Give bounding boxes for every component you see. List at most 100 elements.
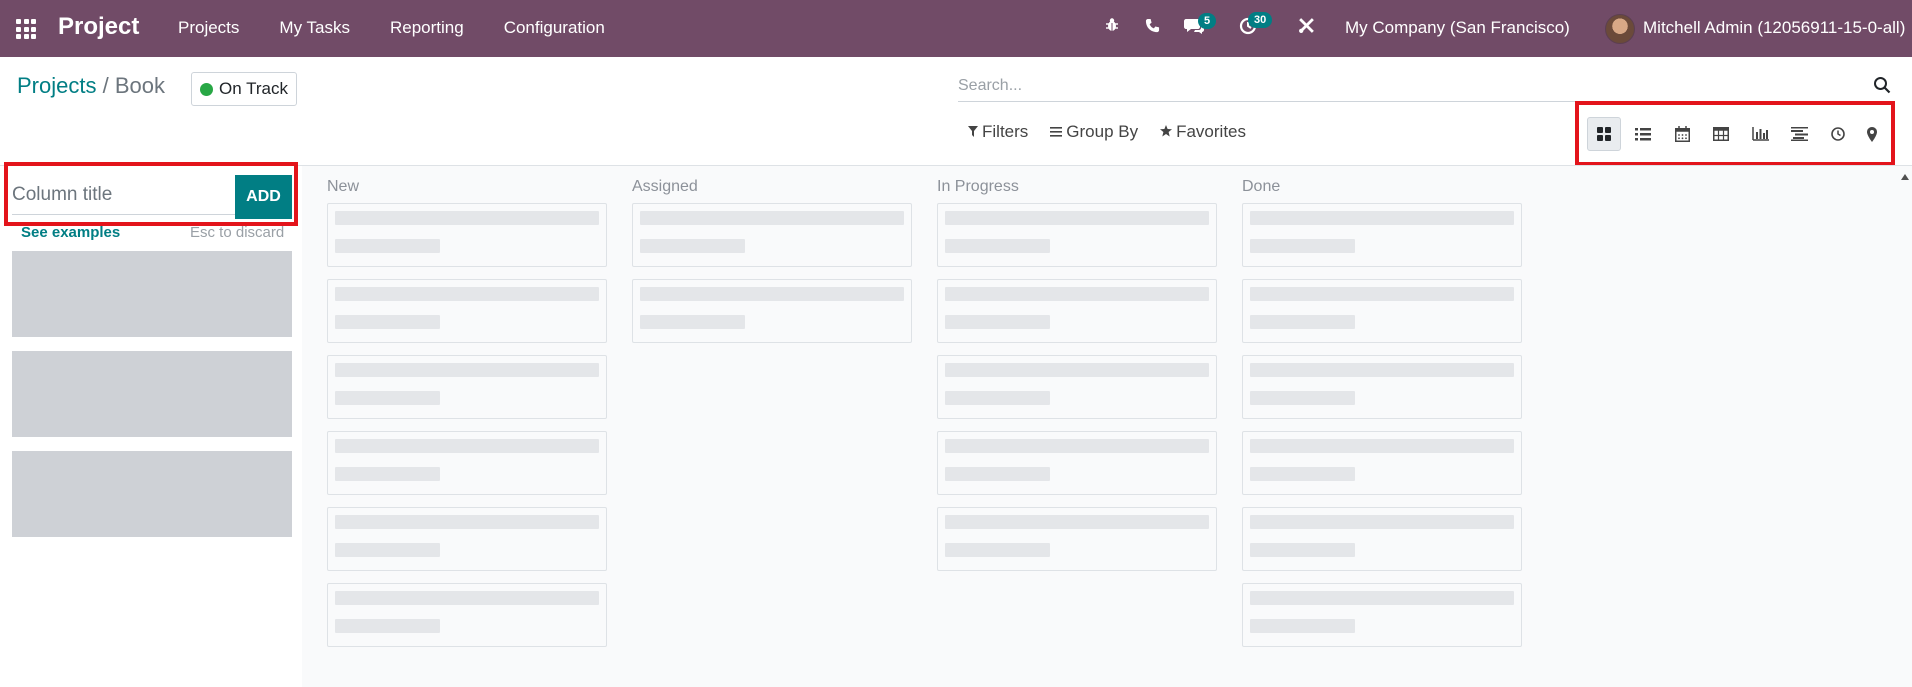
- status-label: On Track: [219, 79, 288, 98]
- menu-item-projects[interactable]: Projects: [178, 18, 239, 38]
- add-column-button[interactable]: ADD: [235, 175, 292, 219]
- group-by-dropdown[interactable]: Group By: [1050, 122, 1138, 142]
- favorites-label: Favorites: [1176, 122, 1247, 141]
- skeleton-line: [640, 211, 904, 225]
- kanban-card-placeholder: [327, 203, 607, 267]
- calendar-view-button[interactable]: [1665, 117, 1699, 151]
- skeleton-line: [1250, 467, 1355, 481]
- skeleton-line: [335, 515, 599, 529]
- kanban-card-placeholder: [937, 355, 1217, 419]
- ghost-column-placeholder: [12, 251, 292, 337]
- ghost-column-placeholder: [12, 451, 292, 537]
- kanban-card-placeholder: [1242, 507, 1522, 571]
- pivot-icon: [1713, 127, 1729, 141]
- top-navbar: Project Projects My Tasks Reporting Conf…: [0, 0, 1912, 57]
- map-icon: [1867, 126, 1877, 142]
- pivot-view-button[interactable]: [1704, 117, 1738, 151]
- view-switcher: [1587, 117, 1884, 151]
- ghost-column-placeholder: [12, 351, 292, 437]
- menu-item-configuration[interactable]: Configuration: [504, 18, 605, 38]
- filter-icon: [968, 125, 978, 140]
- map-view-button[interactable]: [1860, 117, 1884, 151]
- see-examples-link[interactable]: See examples: [21, 224, 120, 241]
- skeleton-line: [335, 543, 440, 557]
- search-box: [958, 72, 1893, 102]
- debug-bug-icon[interactable]: [1100, 17, 1124, 39]
- skeleton-line: [1250, 543, 1355, 557]
- search-input[interactable]: [958, 72, 1858, 100]
- tools-icon[interactable]: [1294, 17, 1318, 40]
- column-title-input[interactable]: [12, 175, 236, 215]
- skeleton-line: [1250, 315, 1355, 329]
- skeleton-line: [335, 211, 599, 225]
- company-switcher[interactable]: My Company (San Francisco): [1345, 18, 1570, 38]
- gantt-view-button[interactable]: [1782, 117, 1816, 151]
- filters-label: Filters: [982, 122, 1029, 141]
- group-by-icon: [1050, 125, 1063, 140]
- kanban-column-title: Assigned: [632, 178, 698, 195]
- kanban-card-placeholder: [1242, 203, 1522, 267]
- phone-icon[interactable]: [1140, 17, 1164, 39]
- kanban-card-placeholder: [1242, 279, 1522, 343]
- star-icon: [1160, 124, 1173, 140]
- skeleton-line: [945, 239, 1050, 253]
- project-status-button[interactable]: On Track: [191, 72, 297, 106]
- skeleton-line: [640, 315, 745, 329]
- skeleton-line: [335, 467, 440, 481]
- kanban-column-title: Done: [1242, 178, 1281, 195]
- group-by-label: Group By: [1066, 122, 1139, 141]
- breadcrumb-projects-link[interactable]: Projects: [17, 73, 96, 98]
- skeleton-line: [335, 619, 440, 633]
- skeleton-line: [1250, 287, 1514, 301]
- skeleton-line: [335, 315, 440, 329]
- graph-view-button[interactable]: [1743, 117, 1777, 151]
- kanban-card-placeholder: [1242, 431, 1522, 495]
- menu-item-reporting[interactable]: Reporting: [390, 18, 464, 38]
- breadcrumb-current: Book: [114, 73, 166, 98]
- skeleton-line: [945, 467, 1050, 481]
- skeleton-line: [335, 363, 599, 377]
- kanban-card-placeholder: [937, 279, 1217, 343]
- kanban-view-button[interactable]: [1587, 117, 1621, 151]
- kanban-card-placeholder: [937, 203, 1217, 267]
- apps-menu-icon[interactable]: [16, 19, 36, 39]
- skeleton-line: [1250, 515, 1514, 529]
- skeleton-line: [1250, 439, 1514, 453]
- skeleton-line: [945, 439, 1209, 453]
- menu-item-my-tasks[interactable]: My Tasks: [279, 18, 350, 38]
- skeleton-line: [1250, 391, 1355, 405]
- favorites-dropdown[interactable]: Favorites: [1160, 122, 1246, 142]
- kanban-card-placeholder: [327, 583, 607, 647]
- kanban-card-placeholder: [632, 203, 912, 267]
- list-view-button[interactable]: [1626, 117, 1660, 151]
- kanban-card-placeholder: [937, 431, 1217, 495]
- kanban-card-placeholder: [1242, 583, 1522, 647]
- kanban-card-placeholder: [632, 279, 912, 343]
- activities-count-badge: 30: [1248, 12, 1273, 28]
- search-icon[interactable]: [1873, 76, 1891, 94]
- skeleton-line: [335, 391, 440, 405]
- vertical-scrollbar[interactable]: [1899, 170, 1912, 687]
- kanban-card-placeholder: [1242, 355, 1522, 419]
- graph-icon: [1751, 127, 1769, 141]
- user-avatar[interactable]: [1605, 14, 1635, 44]
- skeleton-line: [335, 287, 599, 301]
- status-dot-icon: [200, 82, 213, 96]
- breadcrumb: Projects / Book: [17, 73, 165, 99]
- user-menu[interactable]: Mitchell Admin (12056911-15-0-all): [1643, 18, 1905, 38]
- kanban-column-title: In Progress: [937, 178, 1019, 195]
- skeleton-line: [1250, 211, 1514, 225]
- skeleton-line: [335, 239, 440, 253]
- skeleton-line: [945, 363, 1209, 377]
- kanban-icon: [1597, 127, 1611, 141]
- app-brand[interactable]: Project: [58, 13, 139, 41]
- skeleton-line: [640, 287, 904, 301]
- esc-discard-hint: Esc to discard: [190, 224, 285, 241]
- scroll-up-arrow-icon[interactable]: [1901, 174, 1909, 180]
- skeleton-line: [945, 391, 1050, 405]
- kanban-card-placeholder: [327, 507, 607, 571]
- skeleton-line: [945, 543, 1050, 557]
- messages-count-badge: 5: [1198, 13, 1217, 29]
- activity-view-button[interactable]: [1821, 117, 1855, 151]
- filters-dropdown[interactable]: Filters: [968, 122, 1028, 142]
